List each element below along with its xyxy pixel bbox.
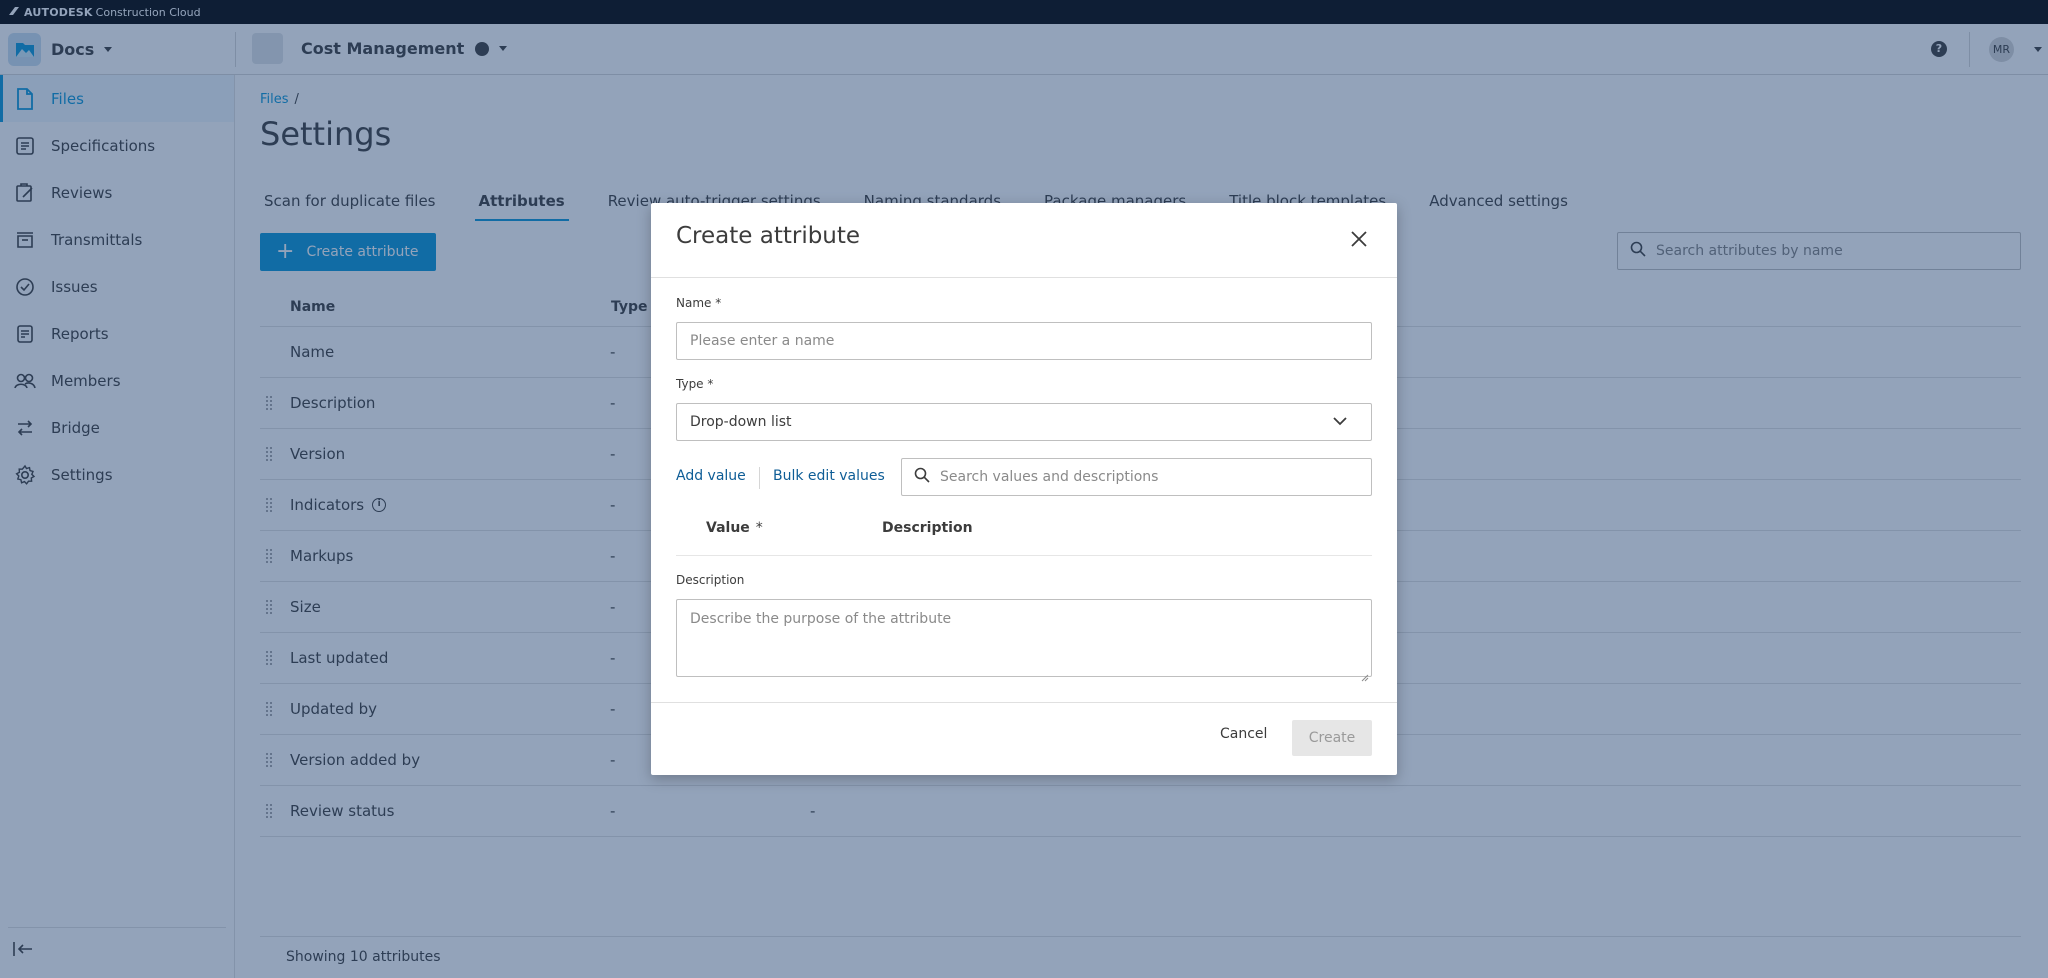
value-header: Value xyxy=(706,520,750,536)
type-select[interactable]: Drop-down list xyxy=(676,403,1372,441)
search-icon xyxy=(914,467,930,487)
bulk-edit-values-link[interactable]: Bulk edit values xyxy=(773,468,885,484)
required-marker: * xyxy=(755,520,763,536)
dialog-title: Create attribute xyxy=(676,223,861,249)
description-textarea[interactable]: Describe the purpose of the attribute xyxy=(676,599,1372,677)
chevron-down-icon xyxy=(1332,415,1348,431)
close-icon[interactable] xyxy=(1349,229,1369,249)
create-button[interactable]: Create xyxy=(1292,720,1372,756)
name-label: Name * xyxy=(676,296,722,310)
create-attribute-dialog: Create attribute Name * Type * Drop-down… xyxy=(651,203,1397,775)
description-label: Description xyxy=(676,573,745,587)
link-separator xyxy=(759,467,760,489)
resize-handle-icon[interactable] xyxy=(1361,667,1369,686)
values-column-description: Description xyxy=(882,520,973,536)
add-value-link[interactable]: Add value xyxy=(676,468,746,484)
search-values-placeholder: Search values and descriptions xyxy=(940,469,1159,485)
name-field[interactable] xyxy=(676,322,1372,360)
values-divider xyxy=(676,555,1372,556)
cancel-button[interactable]: Cancel xyxy=(1220,726,1267,742)
type-label: Type * xyxy=(676,377,714,391)
search-values-input[interactable]: Search values and descriptions xyxy=(901,458,1372,496)
type-value: Drop-down list xyxy=(690,414,792,430)
values-column-value: Value * xyxy=(706,520,763,536)
dialog-divider xyxy=(651,277,1397,278)
dialog-footer-divider xyxy=(651,702,1397,703)
description-placeholder: Describe the purpose of the attribute xyxy=(690,611,952,627)
